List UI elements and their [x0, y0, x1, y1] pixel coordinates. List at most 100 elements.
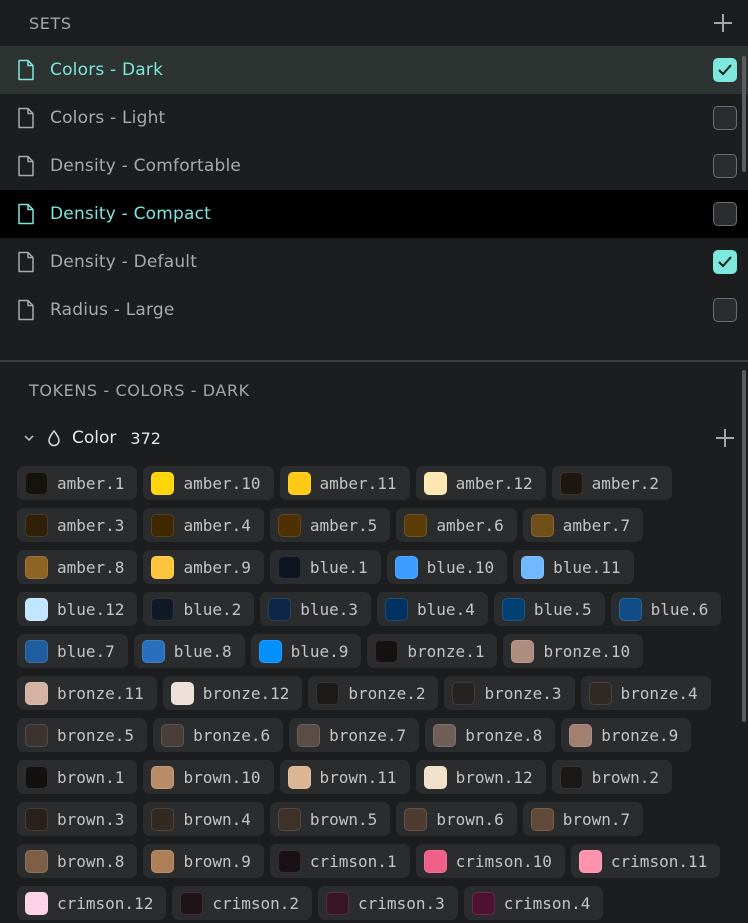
token-pill[interactable]: blue.6: [610, 592, 722, 626]
token-pill[interactable]: brown.6: [396, 802, 517, 836]
set-row[interactable]: Density - Comfortable: [0, 142, 748, 190]
token-pill[interactable]: amber.8: [17, 550, 138, 584]
token-pill[interactable]: bronze.11: [17, 676, 157, 710]
token-pill[interactable]: bronze.7: [289, 718, 420, 752]
token-pill[interactable]: blue.11: [513, 550, 634, 584]
sets-scrollbar[interactable]: [742, 56, 746, 172]
token-label: blue.7: [57, 641, 115, 661]
token-pill[interactable]: brown.2: [551, 760, 673, 794]
color-swatch: [287, 471, 311, 495]
set-checkbox[interactable]: [713, 106, 737, 130]
token-pill[interactable]: brown.3: [17, 802, 138, 836]
token-pill[interactable]: crimson.12: [17, 886, 167, 920]
group-count: 372: [130, 428, 161, 448]
tokens-scrollbar[interactable]: [742, 370, 746, 722]
token-pill[interactable]: bronze.9: [561, 718, 692, 752]
token-pill[interactable]: brown.5: [269, 802, 391, 836]
token-pill[interactable]: crimson.11: [570, 844, 721, 878]
color-swatch: [25, 681, 48, 705]
token-pill[interactable]: blue.4: [377, 592, 488, 626]
token-pill[interactable]: amber.1: [17, 466, 138, 500]
set-checkbox[interactable]: [713, 202, 737, 226]
token-pill[interactable]: crimson.4: [463, 886, 604, 920]
token-pill[interactable]: brown.11: [279, 760, 410, 794]
add-token-plus-icon[interactable]: [714, 427, 736, 449]
token-pill[interactable]: brown.9: [143, 844, 264, 878]
token-label: bronze.3: [484, 683, 562, 703]
color-swatch: [25, 597, 48, 621]
token-label: amber.1: [57, 473, 125, 493]
token-pill[interactable]: crimson.2: [172, 886, 313, 920]
token-pill[interactable]: bronze.2: [308, 676, 439, 710]
token-pill[interactable]: crimson.1: [269, 844, 410, 878]
color-swatch: [25, 891, 48, 915]
token-pill[interactable]: bronze.6: [153, 718, 284, 752]
token-pill[interactable]: brown.7: [522, 802, 644, 836]
token-pill[interactable]: amber.4: [143, 508, 264, 542]
color-swatch: [277, 807, 301, 831]
chevron-down-icon[interactable]: [22, 431, 36, 445]
color-swatch: [277, 513, 301, 537]
add-set-plus-icon[interactable]: [712, 12, 734, 34]
token-pill[interactable]: brown.1: [17, 760, 138, 794]
token-pill[interactable]: amber.2: [551, 466, 673, 500]
set-row[interactable]: Radius - Large: [0, 286, 748, 334]
token-pill[interactable]: brown.8: [17, 844, 138, 878]
set-row[interactable]: Colors - Dark: [0, 46, 748, 94]
token-label: bronze.12: [202, 683, 290, 703]
token-pill[interactable]: amber.7: [522, 508, 644, 542]
token-pill[interactable]: bronze.1: [367, 634, 498, 668]
color-swatch: [404, 807, 428, 831]
token-pill[interactable]: blue.10: [386, 550, 508, 584]
token-pill[interactable]: amber.6: [396, 508, 517, 542]
token-label: amber.2: [591, 473, 660, 493]
set-checkbox[interactable]: [713, 154, 737, 178]
token-pill[interactable]: brown.12: [415, 760, 546, 794]
set-checkbox[interactable]: [713, 298, 737, 322]
token-pill[interactable]: amber.9: [143, 550, 264, 584]
color-swatch: [618, 597, 642, 621]
token-pill[interactable]: brown.10: [143, 760, 274, 794]
token-pill[interactable]: blue.9: [250, 634, 362, 668]
set-row[interactable]: Density - Default: [0, 238, 748, 286]
set-list: Colors - Dark Colors - Light Density - Com…: [0, 46, 748, 334]
token-pill[interactable]: bronze.5: [17, 718, 148, 752]
token-pill[interactable]: amber.3: [17, 508, 138, 542]
color-swatch: [530, 513, 554, 537]
token-pill[interactable]: blue.8: [133, 634, 245, 668]
token-pill[interactable]: crimson.3: [318, 886, 458, 920]
token-pill[interactable]: blue.12: [17, 592, 138, 626]
file-icon: [18, 155, 34, 177]
token-pill[interactable]: bronze.8: [425, 718, 556, 752]
color-swatch: [423, 471, 447, 495]
token-pill[interactable]: blue.5: [493, 592, 605, 626]
token-pill[interactable]: blue.2: [143, 592, 255, 626]
token-pill[interactable]: bronze.12: [162, 676, 303, 710]
color-swatch: [385, 597, 409, 621]
token-pill[interactable]: amber.5: [269, 508, 391, 542]
token-pill[interactable]: blue.7: [17, 634, 128, 668]
token-label: crimson.12: [57, 893, 154, 913]
token-pill[interactable]: crimson.10: [415, 844, 565, 878]
token-pill[interactable]: blue.1: [269, 550, 381, 584]
token-label: bronze.4: [620, 683, 698, 703]
token-pill[interactable]: bronze.4: [580, 676, 711, 710]
color-swatch: [25, 849, 48, 873]
token-pill[interactable]: brown.4: [143, 802, 264, 836]
set-row[interactable]: Colors - Light: [0, 94, 748, 142]
set-checkbox[interactable]: [713, 250, 737, 274]
set-checkbox[interactable]: [713, 58, 737, 82]
color-swatch: [316, 681, 340, 705]
token-pill[interactable]: blue.3: [260, 592, 372, 626]
token-label: brown.5: [309, 809, 378, 829]
set-row[interactable]: Density - Compact: [0, 190, 748, 238]
token-group-color[interactable]: Color 372: [0, 418, 748, 458]
token-pill[interactable]: bronze.10: [503, 634, 644, 668]
sets-panel: SETS Colors - Dark Colors - Light Density …: [0, 0, 748, 360]
color-swatch: [25, 471, 48, 495]
token-pill[interactable]: amber.11: [279, 466, 410, 500]
color-swatch: [25, 807, 48, 831]
token-pill[interactable]: amber.10: [143, 466, 274, 500]
token-pill[interactable]: amber.12: [415, 466, 546, 500]
token-pill[interactable]: bronze.3: [444, 676, 575, 710]
